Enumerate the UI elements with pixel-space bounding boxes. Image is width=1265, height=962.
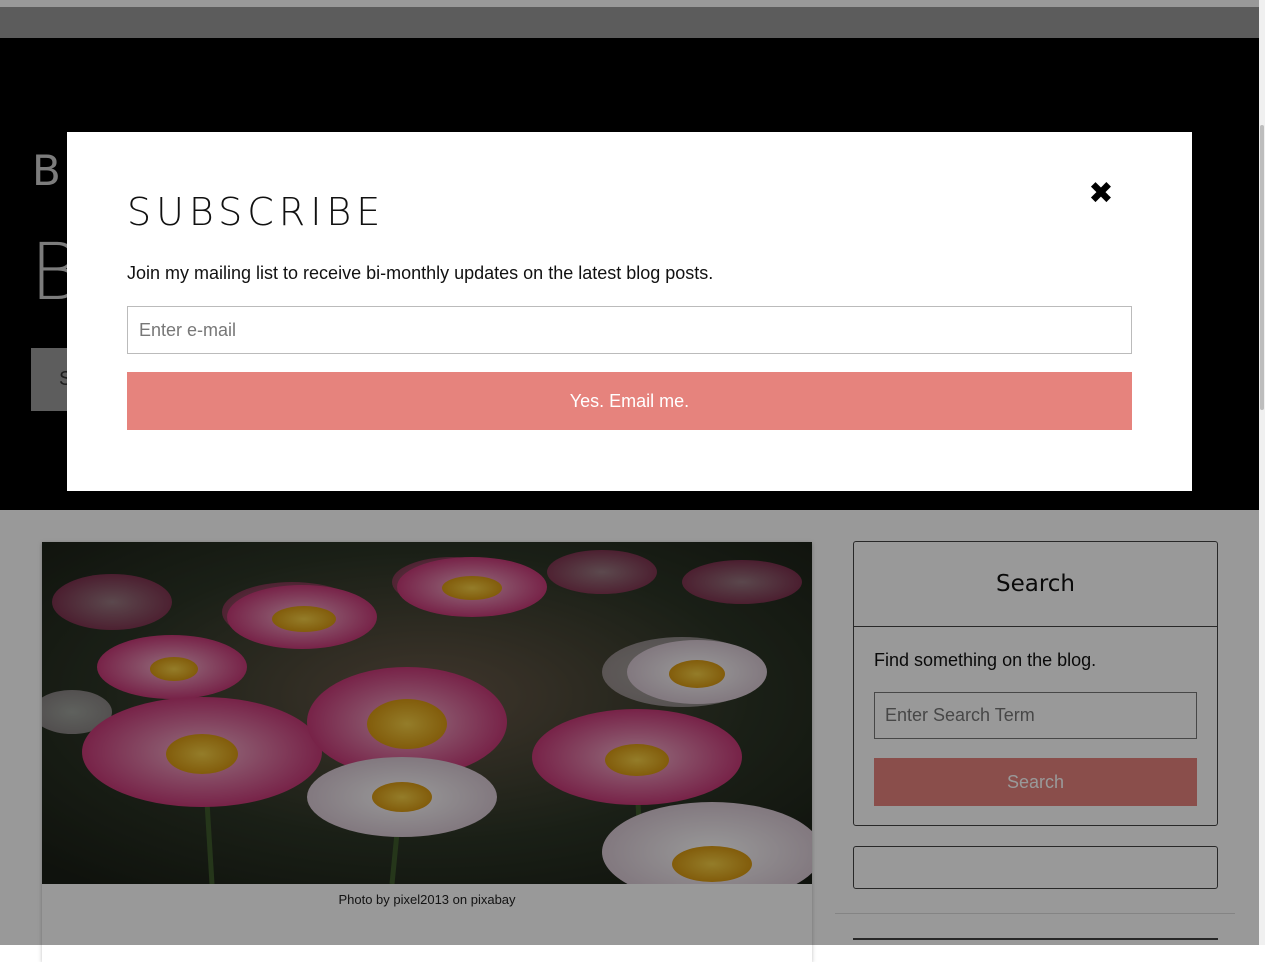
modal-title: SUBSCRIBE [127, 190, 386, 234]
email-field[interactable] [127, 306, 1132, 354]
close-icon[interactable]: ✖ [1085, 178, 1117, 210]
modal-description: Join my mailing list to receive bi-month… [127, 263, 714, 283]
scrollbar-thumb[interactable] [1260, 125, 1264, 410]
subscribe-modal: SUBSCRIBE ✖ Join my mailing list to rece… [67, 132, 1192, 491]
subscribe-button[interactable]: Yes. Email me. [127, 372, 1132, 430]
